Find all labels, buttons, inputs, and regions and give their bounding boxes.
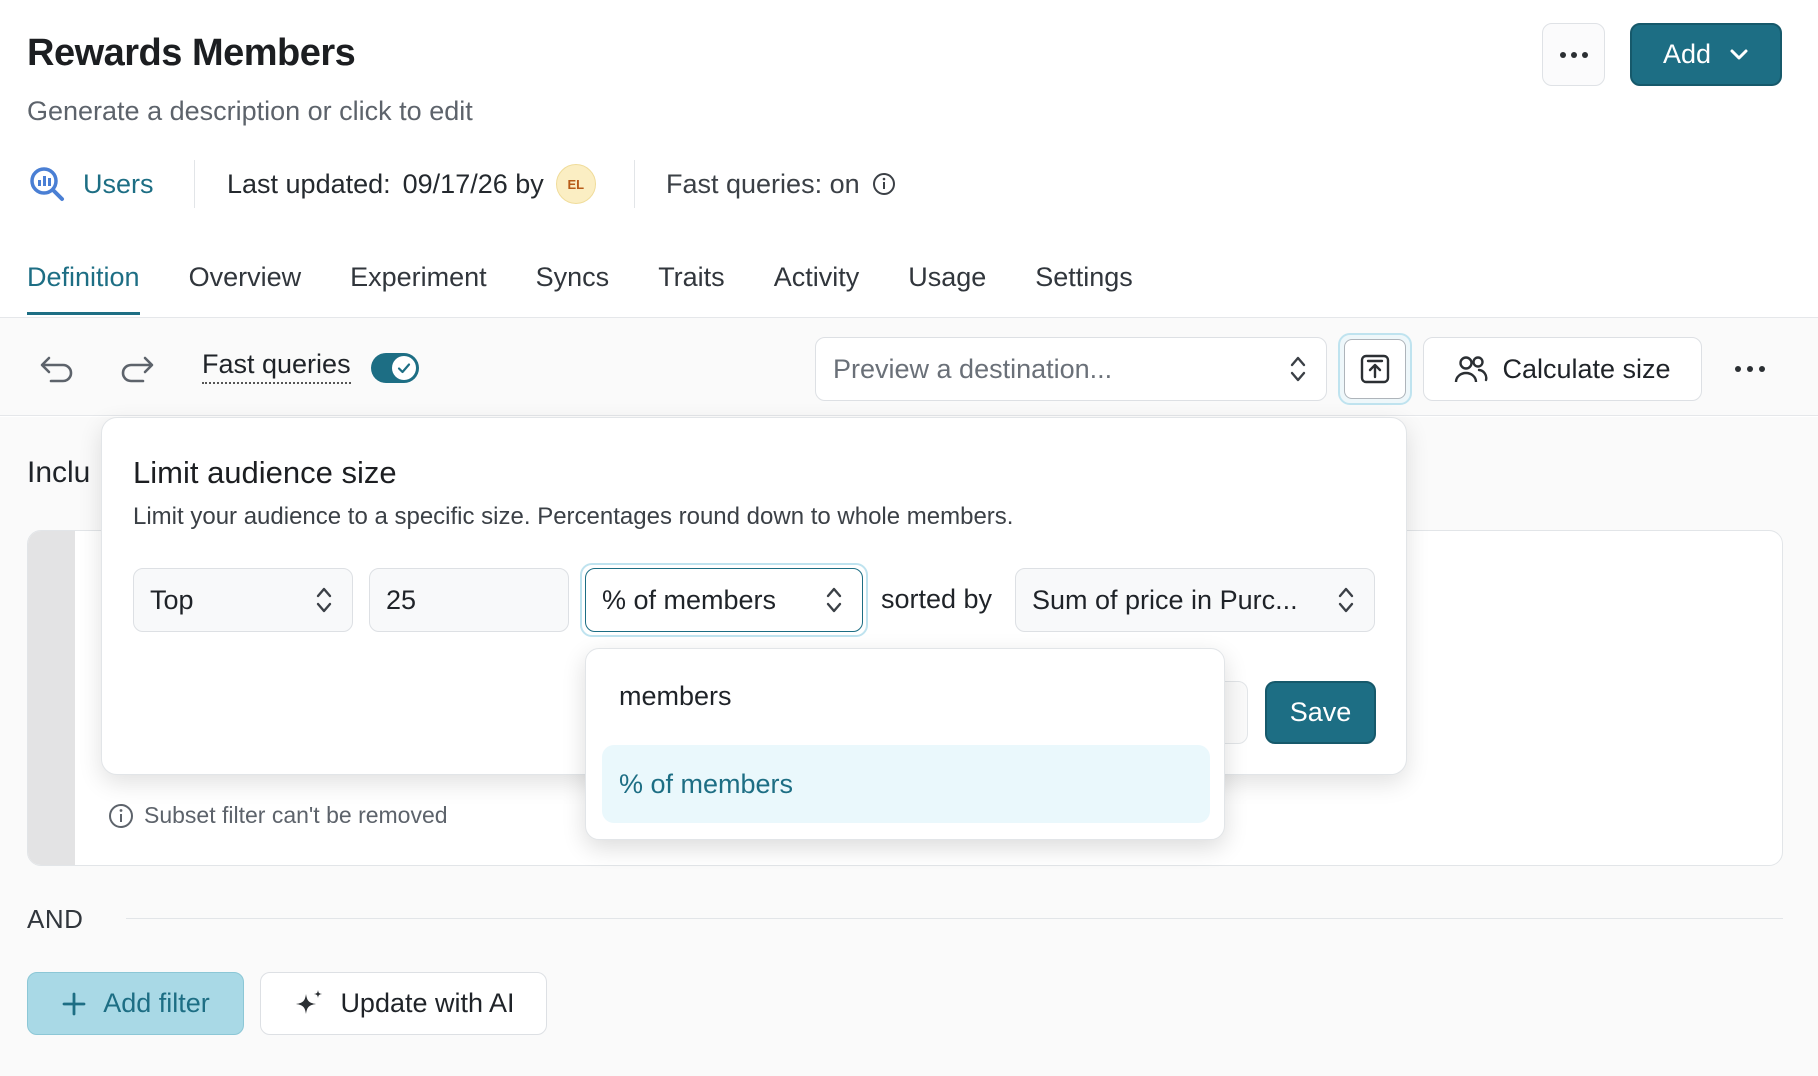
last-updated: Last updated: 09/17/26 by EL bbox=[227, 164, 596, 204]
limit-amount-value: 25 bbox=[386, 584, 417, 615]
sparkle-icon bbox=[296, 989, 323, 1014]
include-heading: Inclu bbox=[27, 456, 91, 489]
limit-direction-select[interactable]: Top bbox=[133, 568, 353, 632]
limit-size-button[interactable] bbox=[1338, 333, 1412, 405]
more-dot bbox=[1747, 366, 1753, 372]
plus-icon bbox=[62, 992, 86, 1015]
avatar[interactable]: EL bbox=[555, 164, 596, 204]
tab-syncs[interactable]: Syncs bbox=[536, 262, 610, 315]
sorted-by-label: sorted by bbox=[881, 584, 993, 614]
subset-note: Subset filter can't be removed bbox=[108, 802, 448, 829]
add-button-label: Add bbox=[1662, 39, 1712, 69]
preview-destination-select[interactable]: Preview a destination... bbox=[815, 337, 1327, 401]
tab-traits[interactable]: Traits bbox=[658, 262, 725, 315]
preview-destination-placeholder: Preview a destination... bbox=[833, 353, 1113, 384]
chevron-up-down-icon bbox=[826, 587, 842, 613]
limit-unit-value: % of members bbox=[602, 584, 777, 615]
last-updated-label: Last updated: bbox=[227, 168, 391, 199]
tab-activity[interactable]: Activity bbox=[774, 262, 860, 315]
more-dot bbox=[1759, 366, 1765, 372]
info-icon bbox=[109, 803, 133, 828]
meta-divider bbox=[194, 160, 195, 208]
card-strip bbox=[28, 531, 75, 865]
update-with-ai-button[interactable]: Update with AI bbox=[260, 972, 547, 1035]
redo-button[interactable] bbox=[114, 349, 160, 389]
and-divider bbox=[126, 918, 1783, 919]
tab-definition[interactable]: Definition bbox=[27, 262, 140, 315]
more-dot bbox=[1581, 51, 1588, 58]
add-button[interactable]: Add bbox=[1630, 23, 1782, 86]
chevron-up-down-icon bbox=[1338, 587, 1354, 613]
page-title: Rewards Members bbox=[27, 32, 356, 74]
source-link[interactable]: Users bbox=[29, 165, 154, 203]
toolbar-more-button[interactable] bbox=[1728, 352, 1772, 386]
meta-divider bbox=[634, 160, 635, 208]
unit-option-percent-members[interactable]: % of members bbox=[602, 745, 1210, 823]
undo-icon bbox=[40, 356, 73, 383]
tab-settings[interactable]: Settings bbox=[1035, 262, 1133, 315]
more-dots-icon bbox=[1735, 366, 1741, 372]
upload-box-icon bbox=[1360, 354, 1390, 384]
popover-description: Limit your audience to a specific size. … bbox=[133, 503, 1014, 530]
toggle-knob bbox=[392, 356, 416, 380]
add-filter-label: Add filter bbox=[103, 988, 210, 1018]
sort-by-value: Sum of price in Purc... bbox=[1032, 584, 1298, 615]
check-icon bbox=[397, 363, 411, 374]
popover-title: Limit audience size bbox=[133, 455, 397, 490]
chevron-up-down-icon bbox=[1290, 356, 1306, 382]
users-icon bbox=[1455, 356, 1488, 383]
fast-queries-status-label: Fast queries: on bbox=[666, 168, 860, 199]
fast-queries-label[interactable]: Fast queries bbox=[202, 349, 351, 384]
page-description[interactable]: Generate a description or click to edit bbox=[27, 96, 473, 127]
last-updated-value: 09/17/26 by bbox=[402, 168, 544, 199]
undo-button[interactable] bbox=[34, 349, 80, 389]
more-dots-icon bbox=[1559, 51, 1566, 58]
chevron-up-down-icon bbox=[316, 587, 332, 613]
update-with-ai-label: Update with AI bbox=[340, 988, 515, 1018]
and-label: AND bbox=[27, 904, 84, 934]
more-dot bbox=[1570, 51, 1577, 58]
limit-amount-input[interactable]: 25 bbox=[369, 568, 569, 632]
tab-overview[interactable]: Overview bbox=[189, 262, 302, 315]
calculate-size-label: Calculate size bbox=[1502, 353, 1671, 384]
fast-queries-toggle[interactable] bbox=[371, 353, 419, 383]
tab-experiment[interactable]: Experiment bbox=[350, 262, 487, 315]
fast-queries-status: Fast queries: on bbox=[666, 165, 896, 203]
add-filter-button[interactable]: Add filter bbox=[27, 972, 244, 1035]
limit-direction-value: Top bbox=[150, 584, 194, 615]
chevron-down-icon bbox=[1730, 49, 1748, 59]
tab-usage[interactable]: Usage bbox=[908, 262, 986, 315]
sort-by-select[interactable]: Sum of price in Purc... bbox=[1015, 568, 1375, 632]
limit-unit-select[interactable]: % of members bbox=[585, 568, 863, 632]
limit-size-button-inner bbox=[1344, 339, 1406, 399]
redo-icon bbox=[121, 356, 154, 383]
source-label: Users bbox=[83, 168, 154, 199]
calculate-size-button[interactable]: Calculate size bbox=[1423, 337, 1702, 401]
info-icon[interactable] bbox=[872, 172, 896, 196]
save-button[interactable]: Save bbox=[1265, 681, 1376, 744]
tab-bar: Definition Overview Experiment Syncs Tra… bbox=[27, 262, 1133, 315]
more-options-button[interactable] bbox=[1542, 23, 1605, 86]
unit-dropdown-menu: members % of members bbox=[585, 648, 1225, 840]
query-source-icon bbox=[30, 167, 64, 201]
unit-option-members[interactable]: members bbox=[602, 657, 1210, 735]
subset-note-text: Subset filter can't be removed bbox=[144, 802, 448, 828]
